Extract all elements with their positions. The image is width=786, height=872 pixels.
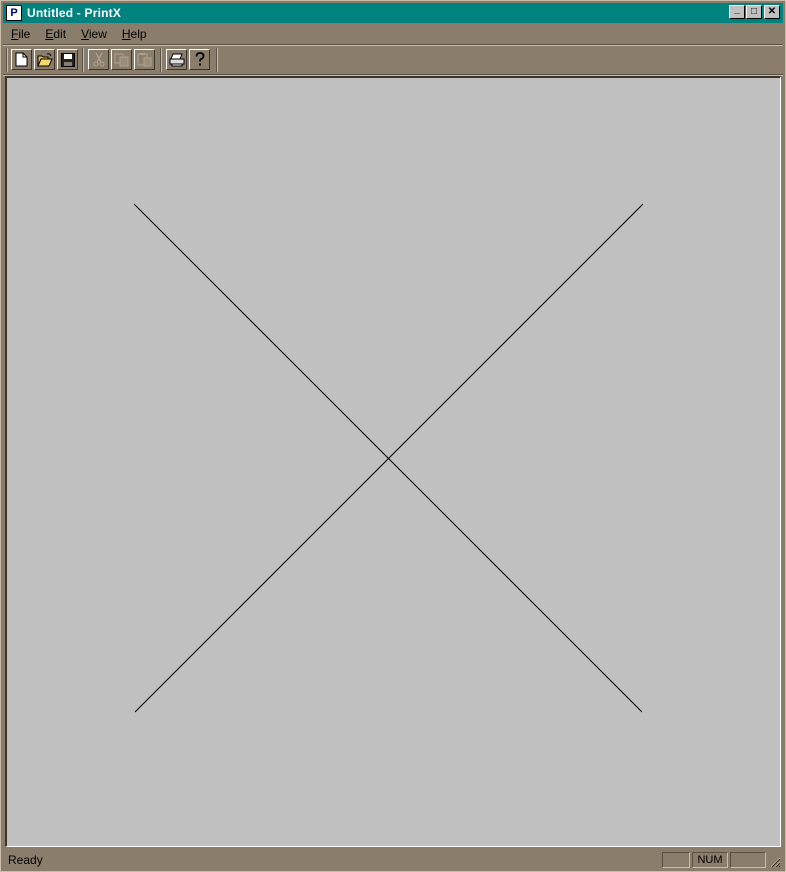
close-icon: ✕ <box>767 6 777 17</box>
drawing-canvas[interactable] <box>5 76 781 847</box>
toolbar <box>3 47 783 73</box>
printer-icon <box>169 53 184 66</box>
x-line-descending <box>133 203 643 713</box>
menu-edit[interactable]: Edit <box>37 27 73 41</box>
menu-view[interactable]: View <box>73 27 114 41</box>
x-line-ascending <box>134 203 644 713</box>
status-text: Ready <box>8 853 43 867</box>
scissors-icon <box>93 52 104 67</box>
menu-help-accel: H <box>121 27 131 41</box>
print-button[interactable] <box>166 49 187 70</box>
status-bar: Ready NUM <box>3 850 783 870</box>
new-button[interactable] <box>11 49 32 70</box>
app-icon[interactable]: P <box>6 5 22 21</box>
menu-view-label: iew <box>88 27 107 41</box>
paste-icon <box>137 53 152 67</box>
toolbar-separator-1 <box>82 48 84 72</box>
maximize-icon: □ <box>750 6 758 17</box>
resize-grip-icon[interactable] <box>769 856 781 868</box>
toolbar-separator-3 <box>216 48 218 72</box>
open-button[interactable] <box>34 49 55 70</box>
minimize-icon: _ <box>734 4 740 15</box>
title-bar[interactable]: P Untitled - PrintX _ □ ✕ <box>3 3 783 23</box>
open-folder-icon <box>36 52 53 66</box>
menu-toolbar-divider <box>3 44 783 46</box>
help-button[interactable] <box>189 49 210 70</box>
copy-icon <box>114 53 129 66</box>
close-button[interactable]: ✕ <box>764 5 780 19</box>
new-document-icon <box>15 52 28 67</box>
app-icon-glyph: P <box>10 7 18 19</box>
copy-button[interactable] <box>111 49 132 70</box>
maximize-button[interactable]: □ <box>746 5 762 19</box>
minimize-button[interactable]: _ <box>729 5 745 19</box>
app-window: P Untitled - PrintX _ □ ✕ File Edit View… <box>0 0 786 872</box>
save-disk-icon <box>60 52 75 67</box>
paste-button[interactable] <box>134 49 155 70</box>
window-title: Untitled - PrintX <box>27 6 122 20</box>
menu-file[interactable]: File <box>3 27 37 41</box>
window-controls: _ □ ✕ <box>728 5 780 19</box>
menu-help-label: elp <box>130 27 147 41</box>
help-question-icon <box>195 52 204 66</box>
cut-button[interactable] <box>88 49 109 70</box>
status-pane-scrl <box>730 852 766 868</box>
toolbar-separator-2 <box>160 48 162 72</box>
menu-file-label: ile <box>18 27 31 41</box>
toolbar-grip <box>6 48 8 72</box>
menu-edit-label: dit <box>53 27 67 41</box>
menu-view-accel: V <box>81 27 89 41</box>
menu-help[interactable]: Help <box>114 27 154 41</box>
save-button[interactable] <box>57 49 78 70</box>
status-pane-caps <box>662 852 690 868</box>
status-pane-num: NUM <box>692 852 728 868</box>
x-drawing <box>133 203 644 713</box>
menu-bar: File Edit View Help <box>3 24 783 44</box>
